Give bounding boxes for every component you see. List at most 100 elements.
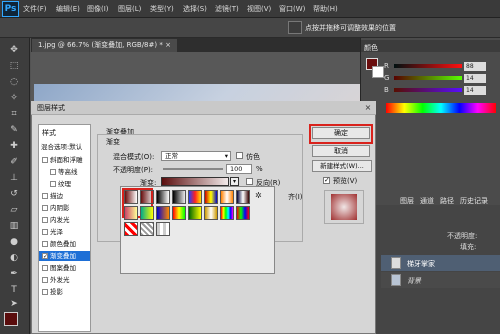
gradient-swatch[interactable] [156, 206, 170, 220]
gradient-swatch[interactable] [140, 190, 154, 204]
blend-mode-select[interactable]: 正常 ▾ [161, 151, 231, 161]
clone-stamp-icon[interactable]: ⊥ [7, 172, 21, 184]
close-icon[interactable]: × [362, 102, 374, 113]
blur-tool-icon[interactable]: ● [7, 236, 21, 248]
panel-tab[interactable]: 通道 [420, 197, 434, 205]
style-item[interactable]: 纹理 [39, 179, 90, 189]
style-item[interactable]: 斜面和浮雕 [39, 155, 90, 165]
style-checkbox[interactable] [42, 289, 48, 295]
gradient-swatch[interactable] [188, 206, 202, 220]
opacity-slider[interactable] [163, 168, 223, 170]
layer-row[interactable]: 梯牙掌家 [381, 255, 500, 271]
gradient-swatch[interactable] [140, 222, 154, 236]
styles-header[interactable]: 样式 [42, 128, 56, 138]
menu-item[interactable]: 图层(L) [118, 4, 141, 14]
gradient-swatch[interactable] [172, 190, 186, 204]
dither-checkbox[interactable] [236, 152, 243, 159]
gradient-swatch[interactable] [220, 206, 234, 220]
marquee-tool-icon[interactable]: ⬚ [7, 60, 21, 72]
style-checkbox[interactable] [42, 241, 48, 247]
document-tab[interactable]: 1.jpg @ 66.7% (渐变叠加, RGB/8#) * × [32, 39, 177, 52]
gradient-swatch[interactable] [220, 190, 234, 204]
style-checkbox[interactable] [42, 193, 48, 199]
layer-row[interactable]: 背景 [381, 272, 500, 288]
history-brush-icon[interactable]: ↺ [7, 188, 21, 200]
pen-tool-icon[interactable]: ✒ [7, 268, 21, 280]
dodge-tool-icon[interactable]: ◐ [7, 252, 21, 264]
color-slider-track[interactable] [394, 76, 462, 80]
style-item[interactable]: 内发光 [39, 215, 90, 225]
gradient-swatch[interactable] [188, 190, 202, 204]
gradient-swatch[interactable] [156, 190, 170, 204]
path-selection-icon[interactable]: ➤ [7, 298, 21, 310]
style-checkbox[interactable] [42, 205, 48, 211]
gradient-swatch[interactable] [124, 222, 138, 236]
menu-item[interactable]: 选择(S) [183, 4, 207, 14]
color-slider-track[interactable] [394, 88, 462, 92]
gradient-swatch[interactable] [236, 190, 250, 204]
new-style-button[interactable]: 新建样式(W)... [312, 160, 372, 172]
gradient-swatch[interactable] [124, 190, 138, 204]
style-checkbox[interactable] [42, 157, 48, 163]
color-spectrum[interactable] [386, 103, 496, 113]
gradient-tool-icon[interactable]: ▥ [7, 220, 21, 232]
style-item[interactable]: 颜色叠加 [39, 239, 90, 249]
style-checkbox[interactable] [42, 229, 48, 235]
magic-wand-icon[interactable]: ✧ [7, 92, 21, 104]
style-item[interactable]: 图案叠加 [39, 263, 90, 273]
menu-item[interactable]: 图像(I) [87, 4, 109, 14]
style-checkbox[interactable] [50, 169, 56, 175]
style-item[interactable]: 描边 [39, 191, 90, 201]
chevron-down-icon[interactable]: ▾ [230, 177, 239, 186]
move-tool-icon[interactable]: ✥ [7, 44, 21, 56]
style-item[interactable]: 内阴影 [39, 203, 90, 213]
lasso-tool-icon[interactable]: ◌ [7, 76, 21, 88]
color-value-input[interactable]: 14 [464, 86, 486, 95]
cancel-button[interactable]: 取消 [312, 145, 370, 157]
reverse-checkbox[interactable] [246, 178, 253, 185]
style-item[interactable]: 光泽 [39, 227, 90, 237]
style-checkbox[interactable] [42, 277, 48, 283]
healing-brush-icon[interactable]: ✚ [7, 140, 21, 152]
brush-tool-icon[interactable]: ✐ [7, 156, 21, 168]
style-checkbox[interactable]: ✓ [42, 253, 48, 260]
gradient-swatch[interactable] [236, 206, 250, 220]
style-checkbox[interactable] [42, 265, 48, 271]
menu-item[interactable]: 帮助(H) [313, 4, 338, 14]
menu-item[interactable]: 文件(F) [23, 4, 47, 14]
gradient-swatch[interactable] [140, 206, 154, 220]
gradient-swatch[interactable] [204, 190, 218, 204]
eyedropper-icon[interactable]: ✎ [7, 124, 21, 136]
panel-tab[interactable]: 历史记录 [460, 197, 488, 205]
style-item[interactable]: 投影 [39, 287, 90, 297]
crop-tool-icon[interactable]: ⌗ [7, 108, 21, 120]
foreground-color-swatch[interactable] [4, 312, 18, 326]
gradient-swatch[interactable] [204, 206, 218, 220]
style-item[interactable]: 等高线 [39, 167, 90, 177]
color-value-input[interactable]: 14 [464, 74, 486, 83]
style-checkbox[interactable] [50, 181, 56, 187]
menu-item[interactable]: 滤镜(T) [215, 4, 239, 14]
gear-icon[interactable]: ✲ [255, 192, 263, 200]
blending-options-item[interactable]: 混合选项:默认 [41, 141, 82, 151]
menu-item[interactable]: 视图(V) [247, 4, 271, 14]
opacity-input[interactable]: 100 [226, 164, 252, 174]
background-swatch[interactable] [372, 66, 384, 78]
gradient-swatch[interactable] [124, 206, 138, 220]
close-icon[interactable]: × [165, 41, 171, 49]
type-tool-icon[interactable]: T [7, 284, 21, 296]
style-item[interactable]: ✓ 渐变叠加 [39, 251, 90, 261]
style-item[interactable]: 外发光 [39, 275, 90, 285]
color-slider-track[interactable] [394, 64, 462, 68]
preview-checkbox[interactable] [323, 176, 330, 184]
style-checkbox[interactable] [42, 217, 48, 223]
gradient-preview-bar[interactable] [161, 177, 229, 186]
eraser-icon[interactable]: ▱ [7, 204, 21, 216]
menu-item[interactable]: 编辑(E) [56, 4, 80, 14]
color-panel-tab[interactable]: 颜色 [364, 43, 378, 53]
panel-tab[interactable]: 图层 [400, 197, 414, 205]
panel-tab[interactable]: 路径 [440, 197, 454, 205]
menu-item[interactable]: 窗口(W) [279, 4, 305, 14]
gradient-swatch[interactable] [172, 206, 186, 220]
move-tool-icon[interactable] [288, 21, 302, 34]
